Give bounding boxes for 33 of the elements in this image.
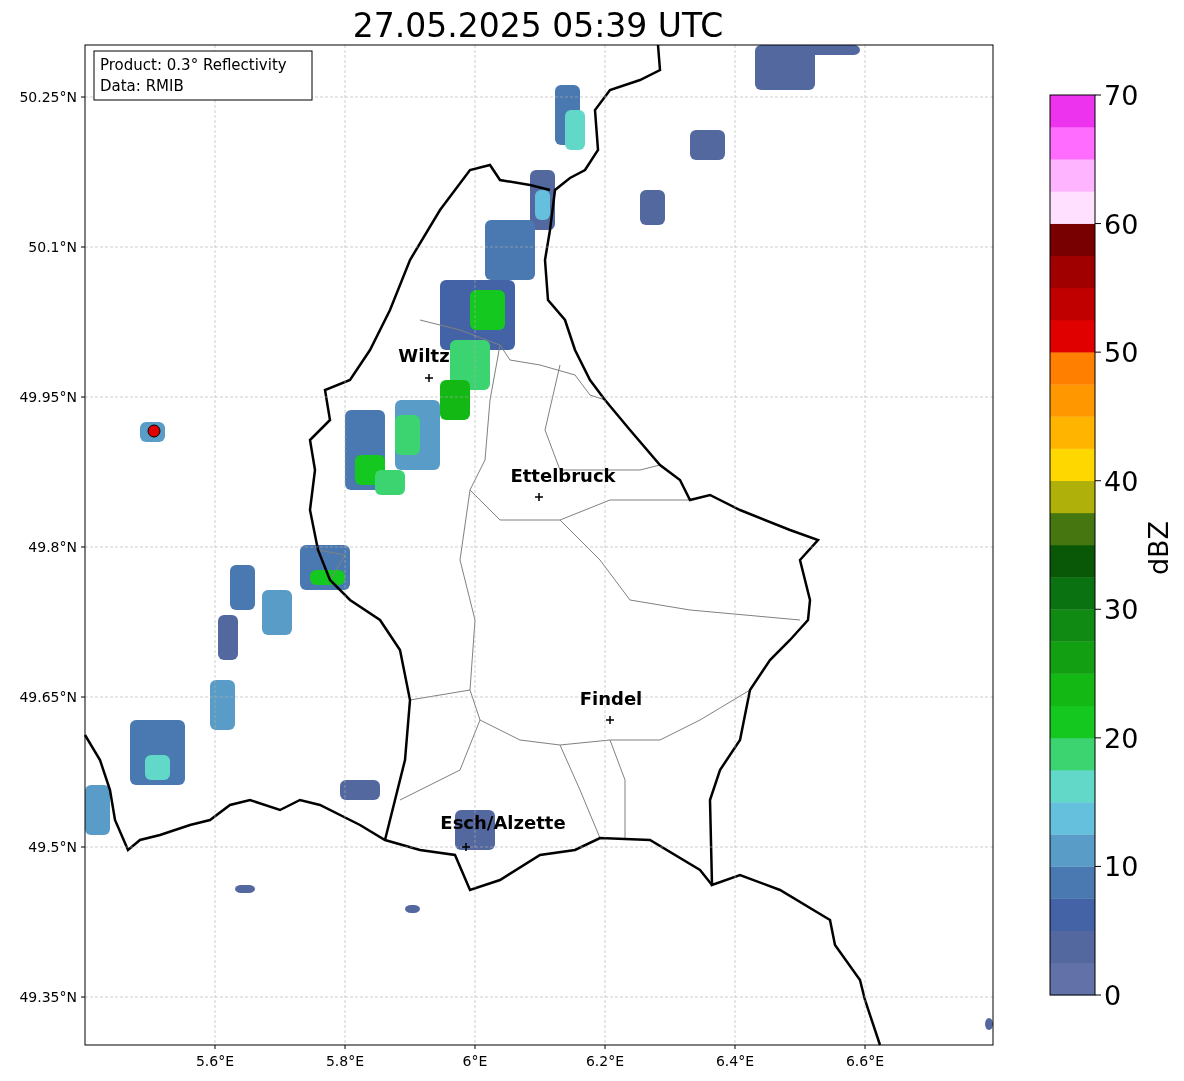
annotation-text: Product: 0.3° Reflectivity — [100, 56, 287, 74]
colorbar-tick-label: 60 — [1104, 208, 1139, 240]
plot-title: 27.05.2025 05:39 UTC — [352, 6, 724, 45]
latitude-label: 50.25°N — [19, 89, 77, 105]
latitude-label: 50.1°N — [28, 239, 77, 255]
latitude-label: 49.35°N — [19, 989, 77, 1005]
longitude-label: 6.4°E — [715, 1053, 755, 1069]
city-label: Findel — [579, 688, 643, 709]
radar-site-icon — [147, 424, 161, 438]
colorbar-tick-label: 40 — [1104, 465, 1139, 497]
annotation-text: Data: RMIB — [100, 77, 184, 95]
colorbar-tick-label: 50 — [1104, 337, 1139, 369]
city-marker-icon — [534, 492, 544, 502]
longitude-label: 5.8°E — [325, 1053, 365, 1069]
latitude-label: 49.95°N — [19, 389, 77, 405]
latitude-label: 49.65°N — [19, 689, 77, 705]
longitude-label: 6°E — [462, 1053, 488, 1069]
longitude-label: 5.6°E — [195, 1053, 235, 1069]
longitude-label: 6.2°E — [585, 1053, 625, 1069]
colorbar-label: dBZ — [1143, 520, 1174, 576]
colorbar-tick-label: 30 — [1104, 594, 1139, 626]
longitude-label: 6.6°E — [845, 1053, 885, 1069]
latitude-label: 49.8°N — [28, 539, 77, 555]
city-marker-icon — [605, 715, 615, 725]
city-marker-icon — [424, 373, 434, 383]
colorbar-tick-label: 10 — [1104, 851, 1139, 883]
colorbar-tick-label: 70 — [1104, 80, 1139, 111]
city-label: Wiltz — [398, 345, 450, 366]
city-marker-icon — [461, 842, 471, 852]
city-label: Ettelbruck — [510, 465, 616, 486]
colorbar-tick-label: 0 — [1104, 980, 1122, 1011]
colorbar-tick-label: 20 — [1104, 722, 1139, 754]
latitude-label: 49.5°N — [28, 839, 77, 855]
